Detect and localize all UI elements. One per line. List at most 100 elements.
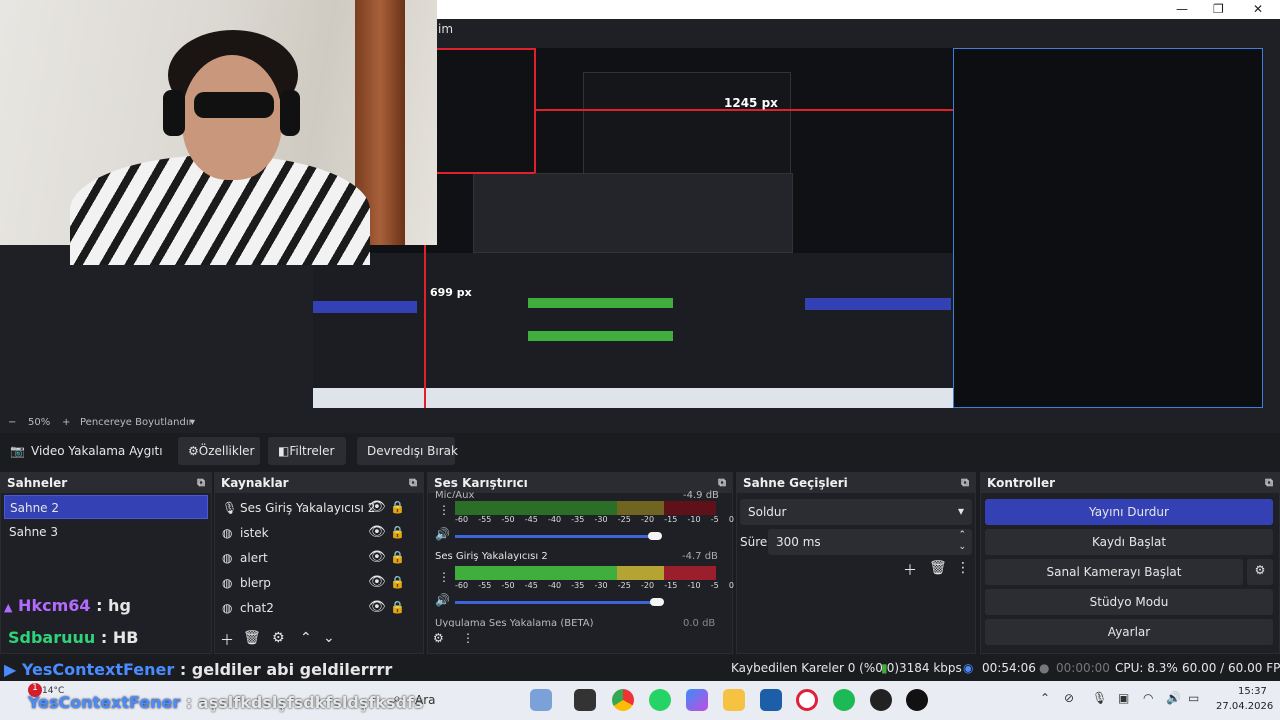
studio-mode-button[interactable]: Stüdyo Modu [985, 589, 1273, 615]
cpu-usage: CPU: 8.3% [1115, 661, 1178, 675]
zoom-dropdown-icon[interactable]: ▾ [190, 417, 195, 428]
duration-value: 300 ms [776, 535, 821, 549]
close-button[interactable]: ✕ [1253, 2, 1263, 16]
lock-icon[interactable]: 🔒 [390, 600, 405, 614]
trash-icon[interactable]: 🗑 [929, 560, 947, 576]
copilot-icon[interactable] [686, 689, 708, 711]
battery-icon[interactable]: ▭ [1188, 691, 1199, 705]
webcam-feed [0, 0, 437, 265]
taskbar-search[interactable]: Ara [415, 693, 436, 707]
source-item[interactable]: ◍ blerp 👁 🔒 [220, 572, 410, 596]
eye-icon[interactable]: 👁 [368, 524, 386, 540]
source-item[interactable]: ◍ chat2 👁 🔒 [220, 597, 410, 621]
virtual-camera-settings-button[interactable]: ⚙ [1247, 559, 1273, 585]
nested-meter-1 [528, 298, 673, 308]
properties-button[interactable]: ⚙Özellikler [178, 437, 260, 465]
mixer-title: Ses Karıştırıcı [434, 476, 528, 490]
eye-icon[interactable]: 👁 [368, 499, 386, 515]
obs-icon[interactable] [870, 689, 892, 711]
clock-time[interactable]: 15:37 [1238, 686, 1267, 697]
display-icon[interactable]: ▣ [1118, 691, 1129, 705]
lock-icon[interactable]: 🔒 [390, 550, 405, 564]
lock-icon[interactable]: 🔒 [390, 575, 405, 589]
file-explorer-icon[interactable] [723, 689, 745, 711]
source-item[interactable]: 🎙 Ses Giriş Yakalayıcısı 2 👁 🔒 [220, 497, 410, 521]
add-transition-button[interactable]: ＋ [903, 560, 917, 580]
fit-to-window-label[interactable]: Pencereye Boyutlandır [80, 417, 193, 428]
scenes-header: Sahneler ⧉ [1, 473, 211, 493]
kebab-menu-icon[interactable]: ⋮ [462, 631, 474, 645]
volume-slider[interactable] [455, 535, 660, 538]
settings-button[interactable]: Ayarlar [985, 619, 1273, 645]
chrome-icon[interactable] [612, 689, 634, 711]
channel-name: Ses Giriş Yakalayıcısı 2 [435, 551, 548, 562]
move-down-icon[interactable]: ⌄ [323, 630, 335, 646]
gear-icon[interactable]: ⚙ [272, 630, 285, 646]
start-recording-button[interactable]: Kaydı Başlat [985, 529, 1273, 555]
store-icon[interactable] [760, 689, 782, 711]
wifi-icon[interactable]: ◠ [1143, 691, 1153, 705]
lock-icon[interactable]: 🔒 [390, 525, 405, 539]
stop-streaming-button[interactable]: Yayını Durdur [985, 499, 1273, 525]
zoom-in-button[interactable]: + [62, 417, 70, 428]
lock-icon[interactable]: 🔒 [390, 500, 405, 514]
source-label: blerp [240, 576, 271, 590]
spotify-icon[interactable] [833, 689, 855, 711]
chevron-up-icon[interactable]: ⌃ [1040, 691, 1050, 705]
scene-item-sahne-3[interactable]: Sahne 3 [4, 520, 208, 544]
record-icon: ● [1039, 661, 1050, 675]
media-player-icon[interactable] [906, 689, 928, 711]
move-up-icon[interactable]: ⌃ [300, 630, 312, 646]
add-source-button[interactable]: ＋ [220, 630, 234, 650]
widgets-icon[interactable] [530, 689, 552, 711]
chat-message: geldiler abi geldilerrrr [191, 660, 393, 679]
chat-separator: : [180, 693, 198, 712]
search-icon[interactable]: ⌕ [393, 691, 401, 707]
speaker-icon[interactable]: 🔊 [435, 527, 450, 541]
scene-item-sahne-2[interactable]: Sahne 2 [4, 495, 208, 519]
volume-icon[interactable]: 🔊 [1166, 691, 1181, 705]
network-off-icon[interactable]: ⊘ [1064, 691, 1074, 705]
volume-slider[interactable] [455, 601, 660, 604]
eye-icon[interactable]: 👁 [368, 574, 386, 590]
duration-spinbox[interactable]: 300 ms ⌃ ⌄ [768, 529, 972, 555]
eye-icon[interactable]: 👁 [368, 599, 386, 615]
filters-button[interactable]: ◧Filtreler [268, 437, 346, 465]
transitions-title: Sahne Geçişleri [743, 476, 848, 490]
chat-user: YesContextFener [21, 660, 175, 679]
advanced-audio-icon[interactable]: ⚙ [433, 631, 444, 645]
undock-icon[interactable]: ⧉ [197, 476, 205, 490]
transition-type-select[interactable]: Soldur ▾ [740, 499, 972, 525]
undock-icon[interactable]: ⧉ [718, 476, 726, 490]
minimize-button[interactable]: — [1176, 2, 1188, 16]
nested-obs-window [473, 173, 793, 253]
deactivate-button[interactable]: Devredışı Bırak [357, 437, 458, 465]
undock-icon[interactable]: ⧉ [961, 476, 969, 490]
undock-icon[interactable]: ⧉ [1265, 476, 1273, 490]
eye-icon[interactable]: 👁 [368, 549, 386, 565]
clock-date[interactable]: 27.04.2026 [1216, 701, 1273, 712]
chat-line: ▶ YesContextFener : geldiler abi geldile… [4, 660, 392, 679]
spin-arrows-icon[interactable]: ⌃ ⌄ [958, 529, 966, 553]
zoom-out-button[interactable]: − [8, 417, 16, 428]
source-label: istek [240, 526, 269, 540]
volume-slider-knob[interactable] [648, 532, 662, 540]
task-view-icon[interactable] [574, 689, 596, 711]
whatsapp-icon[interactable] [649, 689, 671, 711]
start-virtual-camera-button[interactable]: Sanal Kamerayı Başlat [985, 559, 1243, 585]
source-item[interactable]: ◍ alert 👁 🔒 [220, 547, 410, 571]
undock-icon[interactable]: ⧉ [409, 476, 417, 490]
kebab-menu-icon[interactable]: ⋮ [438, 503, 450, 517]
opera-icon[interactable] [796, 689, 818, 711]
kebab-menu-icon[interactable]: ⋮ [956, 560, 970, 576]
chat-line: ▲ Hkcm64 : hg [4, 596, 131, 615]
kebab-menu-icon[interactable]: ⋮ [438, 570, 450, 584]
speaker-icon[interactable]: 🔊 [435, 593, 450, 607]
source-item[interactable]: ◍ istek 👁 🔒 [220, 522, 410, 546]
gear-icon: ⚙ [1254, 563, 1266, 577]
microphone-icon[interactable]: 🎙 [1092, 691, 1107, 705]
weather-temp[interactable]: 14°C [42, 686, 64, 696]
volume-slider-knob[interactable] [650, 598, 664, 606]
maximize-button[interactable]: ❐ [1213, 2, 1224, 16]
trash-icon[interactable]: 🗑 [243, 630, 261, 646]
